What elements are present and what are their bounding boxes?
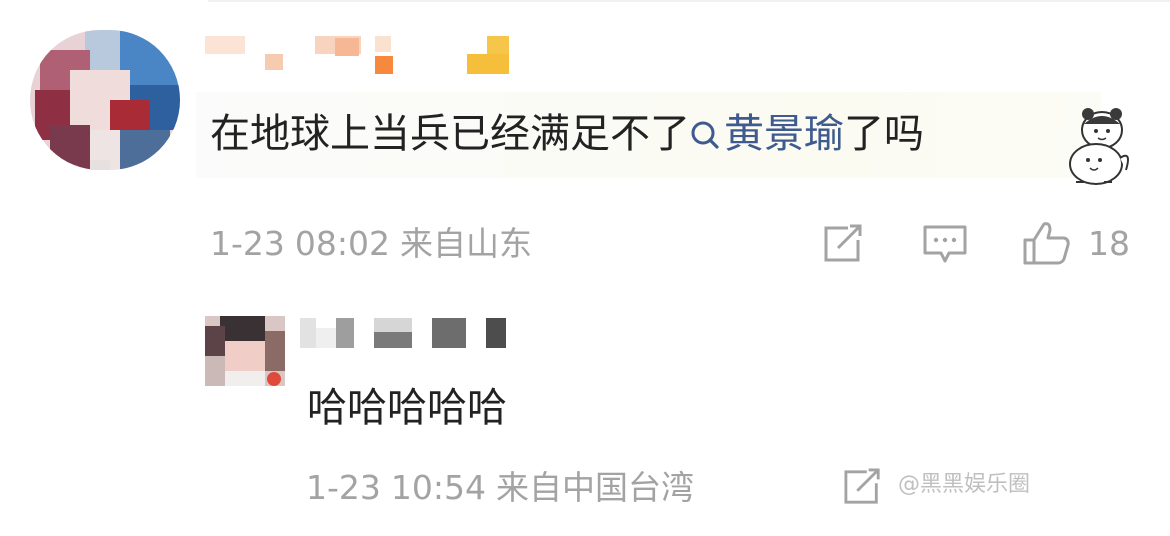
author-name-obscured[interactable] [205, 32, 515, 78]
comment-time: 08:02 [294, 224, 391, 263]
reply-date: 1-23 [306, 468, 381, 507]
comment-location: 来自山东 [400, 224, 533, 263]
avatar[interactable] [30, 30, 180, 170]
top-divider [208, 0, 1170, 2]
reply-author-name-obscured[interactable] [300, 316, 510, 354]
comment-text-tail: 了吗 [844, 111, 924, 157]
like-count: 18 [1088, 224, 1130, 263]
reply-location: 来自中国台湾 [496, 468, 695, 507]
like-icon[interactable] [1022, 220, 1072, 266]
reply-meta: 1-23 10:54 来自中国台湾 [306, 466, 694, 510]
comment-date: 1-23 [210, 224, 285, 263]
comment-text: 在地球上当兵已经满足不了 黄景瑜了吗 [210, 110, 924, 158]
reply-avatar[interactable] [205, 316, 285, 386]
topic-link[interactable]: 黄景瑜 [690, 111, 844, 157]
reply-share-icon[interactable] [842, 468, 884, 506]
topic-link-label: 黄景瑜 [724, 111, 844, 157]
comment-meta: 1-23 08:02 来自山东 [210, 222, 532, 266]
watermark: @黑黑娱乐圈 [898, 470, 1030, 500]
comment-icon[interactable] [922, 224, 968, 266]
reply-text: 哈哈哈哈哈 [307, 385, 507, 431]
comment-text-main: 在地球上当兵已经满足不了 [210, 111, 690, 157]
share-icon[interactable] [822, 224, 866, 264]
watermark-text: @黑黑娱乐圈 [898, 472, 1031, 497]
sticker-icon [1062, 100, 1132, 190]
reply-time: 10:54 [390, 468, 487, 507]
search-icon [691, 121, 719, 149]
